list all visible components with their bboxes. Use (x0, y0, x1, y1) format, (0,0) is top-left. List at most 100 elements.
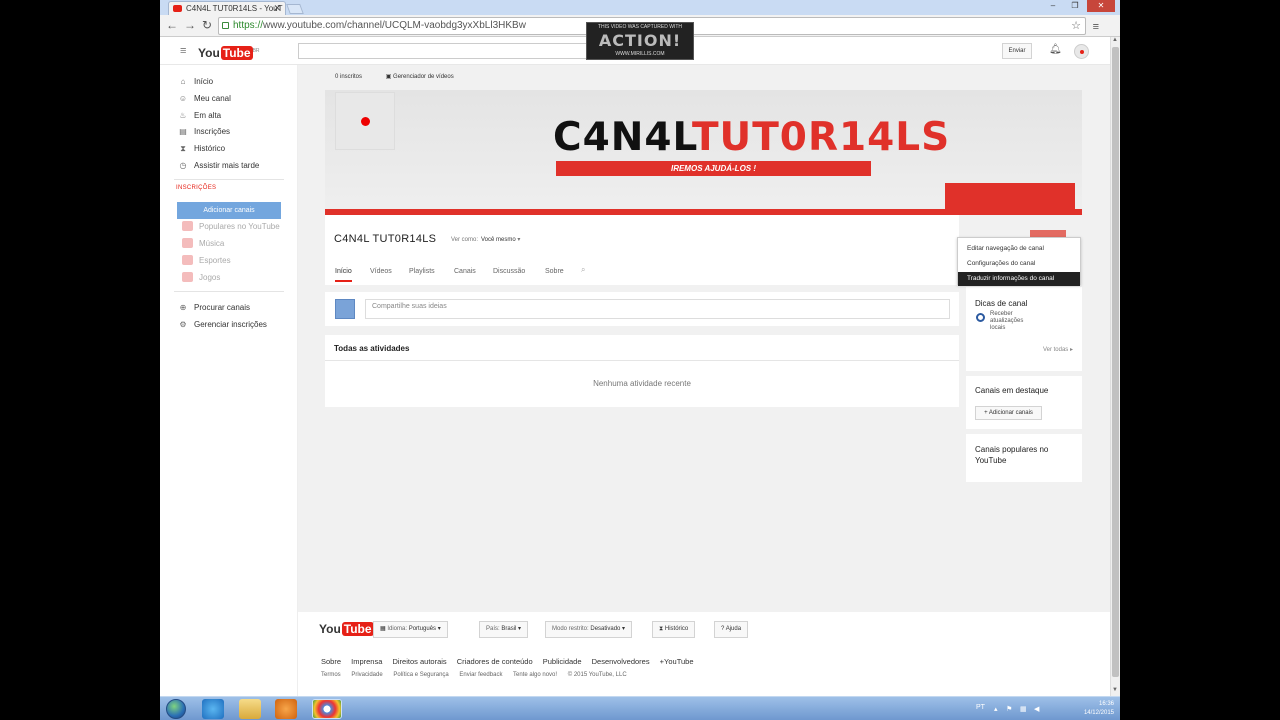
browser-titlebar: C4N4L TUT0R14LS - YouT ✕ – ❐ ✕ (160, 0, 1120, 15)
footer-small-link[interactable]: Privacidade (351, 672, 382, 678)
view-as-label: Ver como: (451, 237, 479, 243)
bookmark-star-icon[interactable]: ☆ (1071, 18, 1081, 34)
help-label: Ajuda (725, 626, 742, 632)
youtube-favicon-icon (173, 5, 182, 12)
tray-flag-icon[interactable]: ⚑ (1006, 705, 1012, 713)
history-button[interactable]: ⧗ Histórico (652, 621, 696, 638)
sidebar-item-label: Assistir mais tarde (194, 161, 260, 170)
new-tab-button[interactable] (286, 4, 304, 14)
sidebar-item-manage-subscriptions[interactable]: ⚙ Gerenciar inscrições (178, 319, 267, 331)
scroll-up-icon[interactable]: ▲ (1112, 37, 1118, 43)
tab-discussion[interactable]: Discussão (493, 268, 525, 275)
tab-title: C4N4L TUT0R14LS - YouT (186, 4, 283, 13)
suggestion-popular[interactable]: Populares no YouTube (182, 221, 280, 233)
tab-close-icon[interactable]: ✕ (273, 2, 281, 15)
footer-link[interactable]: Direitos autorais (392, 657, 446, 666)
menu-item-translate-info[interactable]: Traduzir informações do canal (958, 272, 1080, 286)
scrollbar-thumb[interactable] (1112, 47, 1119, 677)
reload-icon[interactable]: ↻ (202, 18, 212, 32)
footer-link[interactable]: Imprensa (351, 657, 382, 666)
footer-youtube-logo[interactable]: You Tube (319, 622, 374, 636)
youtube-logo[interactable]: You Tube BR (198, 43, 260, 60)
bell-icon[interactable]: 🔔︎ (1049, 44, 1062, 55)
footer-link[interactable]: Criadores de conteúdo (457, 657, 533, 666)
search-input[interactable] (298, 43, 628, 59)
media-player-icon[interactable] (275, 699, 297, 719)
restore-icon[interactable]: ❐ (1065, 0, 1085, 12)
window-close-icon[interactable]: ✕ (1087, 0, 1115, 12)
suggestion-music[interactable]: Música (182, 238, 224, 250)
guide-menu-icon[interactable]: ≡ (180, 45, 186, 57)
internet-explorer-icon[interactable] (202, 699, 224, 719)
chrome-icon[interactable] (312, 699, 342, 719)
menu-item-channel-settings[interactable]: Configurações do canal (958, 257, 1080, 271)
tray-language[interactable]: PT (976, 704, 985, 711)
suggestion-games[interactable]: Jogos (182, 272, 220, 284)
minimize-icon[interactable]: – (1043, 0, 1063, 12)
sidebar-item-history[interactable]: ⧗ Histórico (178, 143, 225, 155)
scroll-down-icon[interactable]: ▼ (1112, 687, 1118, 693)
see-all-link[interactable]: Ver todas ▸ (1043, 346, 1073, 353)
footer-small-link[interactable]: Política e Segurança (393, 672, 448, 678)
channel-profile-picture[interactable] (335, 92, 395, 150)
language-button[interactable]: ▦ Idioma: Português ▾ (373, 621, 448, 638)
tab-channels[interactable]: Canais (454, 268, 476, 275)
avatar[interactable] (1074, 44, 1089, 59)
browser-tab[interactable]: C4N4L TUT0R14LS - YouT ✕ (168, 1, 286, 15)
tray-arrow-icon[interactable]: ▴ (994, 705, 998, 713)
start-button-icon[interactable] (166, 699, 186, 719)
share-input[interactable]: Compartilhe suas ideias (365, 299, 950, 319)
home-icon: ⌂ (180, 77, 186, 86)
restricted-mode-button[interactable]: Modo restrito: Desativado ▾ (545, 621, 633, 638)
sidebar-item-browse-channels[interactable]: ⊕ Procurar canais (178, 302, 250, 314)
footer-small-links: Termos Privacidade Política e Segurança … (321, 672, 636, 678)
footer-small-link[interactable]: Tente algo novo! (513, 672, 557, 678)
logo-tube: Tube (220, 46, 253, 60)
sidebar-item-my-channel[interactable]: ☺ Meu canal (178, 93, 231, 105)
view-as-selector[interactable]: Ver como: Você mesmo ▾ (451, 236, 520, 243)
tab-videos[interactable]: Vídeos (370, 268, 392, 275)
add-featured-channels-button[interactable]: + Adicionar canais (975, 406, 1042, 420)
screen: C4N4L TUT0R14LS - YouT ✕ – ❐ ✕ ← → ↻ htt… (160, 0, 1120, 720)
footer-small-link[interactable]: Termos (321, 672, 341, 678)
chrome-menu-icon[interactable]: ≡ (1093, 19, 1099, 35)
sidebar-item-watch-later[interactable]: ◷ Assistir mais tarde (178, 160, 260, 172)
file-explorer-icon[interactable] (239, 699, 261, 719)
upload-button[interactable]: Enviar (1002, 43, 1032, 59)
video-manager-label: Gerenciador de vídeos (393, 74, 454, 80)
help-button[interactable]: ? Ajuda (714, 621, 749, 638)
tips-item[interactable]: Receber atualizações locais (990, 311, 1040, 332)
gear-icon: ⚙ (179, 320, 187, 329)
divider (325, 360, 959, 361)
sidebar-item-home[interactable]: ⌂ Início (178, 76, 214, 88)
footer-link[interactable]: Sobre (321, 657, 341, 666)
footer-link[interactable]: +YouTube (660, 657, 694, 666)
country-button[interactable]: País: Brasil ▾ (479, 621, 529, 638)
video-manager-link[interactable]: ▣ Gerenciador de vídeos (386, 74, 454, 80)
tab-home[interactable]: Início (335, 268, 352, 282)
back-icon[interactable]: ← (166, 18, 178, 32)
channel-tips-card: Dicas de canal Receber atualizações loca… (966, 287, 1082, 371)
add-channels-button[interactable]: Adicionar canais (177, 202, 281, 219)
menu-item-edit-navigation[interactable]: Editar navegação de canal (958, 242, 1080, 256)
forward-icon[interactable]: → (184, 18, 196, 32)
radio-icon[interactable] (976, 313, 985, 322)
tab-about[interactable]: Sobre (545, 268, 564, 275)
footer-link[interactable]: Publicidade (543, 657, 582, 666)
footer-link[interactable]: Desenvolvedores (592, 657, 650, 666)
tray-volume-icon[interactable]: ◀ (1034, 705, 1039, 713)
tab-playlists[interactable]: Playlists (409, 268, 435, 275)
suggestion-sports[interactable]: Esportes (182, 255, 231, 267)
vertical-scrollbar[interactable]: ▲ ▼ (1110, 37, 1120, 696)
footer-small-link[interactable]: Enviar feedback (459, 672, 502, 678)
url-text: www.youtube.com/channel/UCQLM-vaobdg3yxX… (263, 20, 526, 31)
popular-title: Canais populares no YouTube (975, 445, 1049, 465)
channel-main: 0 inscritos ▣ Gerenciador de vídeos C4N4… (298, 65, 1110, 612)
featured-channels-card: Canais em destaque + Adicionar canais (966, 376, 1082, 429)
tray-network-icon[interactable]: ▦ (1020, 705, 1027, 713)
logo-you: You (198, 46, 220, 60)
sidebar-item-subscriptions[interactable]: ▤ Inscrições (178, 126, 230, 138)
sidebar-item-trending[interactable]: ♨ Em alta (178, 110, 221, 122)
channel-search-icon[interactable]: ⌕ (581, 265, 585, 275)
tray-clock[interactable]: 16:36 14/12/2015 (1084, 700, 1114, 718)
